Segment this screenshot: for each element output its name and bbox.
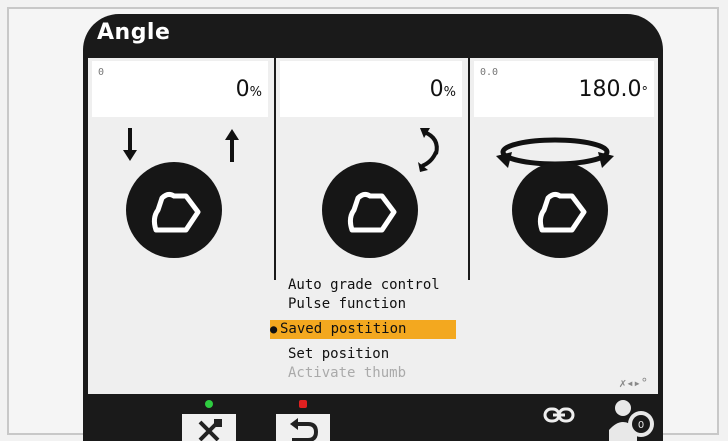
back-status-indicator [299, 400, 307, 408]
curved-arrow-icon [418, 128, 439, 172]
tilt-value-box: 0 0% [92, 61, 268, 117]
menu-item-pulse-function[interactable]: Pulse function [288, 295, 456, 314]
menu-item-auto-grade[interactable]: Auto grade control [288, 276, 456, 295]
menu-item-saved-position[interactable]: ● Saved postition [270, 320, 456, 339]
tilt-min-label: 0 [98, 67, 105, 78]
chain-link-icon[interactable] [543, 406, 575, 424]
bucket-pulse-icon [322, 162, 418, 258]
panel-tilt[interactable]: 0 0% [88, 58, 274, 278]
arrow-down-icon [123, 128, 137, 161]
tools-icon [198, 419, 222, 441]
operator-profile-icon[interactable]: 0 [607, 396, 659, 441]
rotation-value-box: 0.0 180.0° [474, 61, 654, 117]
tilt-rotate-mode-icon: ✗◂▸° [619, 376, 648, 390]
main-content: 0 0% 0% 0.0 180.0° Auto grade control Pu… [88, 58, 658, 394]
title-bar: Angle [83, 14, 663, 56]
page-title: Angle [97, 20, 171, 45]
bucket-tilt-icon [126, 162, 222, 258]
panel-pulse[interactable]: 0% [276, 58, 468, 278]
arrow-up-icon [225, 129, 239, 162]
settings-status-indicator [205, 400, 213, 408]
selected-bullet-icon: ● [270, 322, 278, 336]
rotation-min-label: 0.0 [480, 67, 499, 78]
back-button[interactable] [276, 414, 330, 441]
tilt-value: 0% [235, 77, 262, 102]
svg-text:0: 0 [638, 420, 644, 431]
pulse-value-box: 0% [280, 61, 462, 117]
undo-arrow-icon [290, 418, 319, 441]
display-device: Angle 0 0% 0% 0.0 180.0° Auto grade cont… [83, 14, 663, 441]
rotation-value: 180.0° [578, 77, 648, 102]
menu-item-activate-thumb[interactable]: Activate thumb [288, 364, 456, 383]
pulse-value: 0% [429, 77, 456, 102]
panel-rotation[interactable]: 0.0 180.0° [470, 58, 660, 278]
settings-button[interactable] [182, 414, 236, 441]
bottom-toolbar: 0 [83, 394, 663, 441]
bucket-rotate-icon [512, 162, 608, 258]
function-menu: Auto grade control Pulse function ● Saved… [270, 276, 456, 383]
menu-item-set-position[interactable]: Set position [288, 345, 456, 364]
